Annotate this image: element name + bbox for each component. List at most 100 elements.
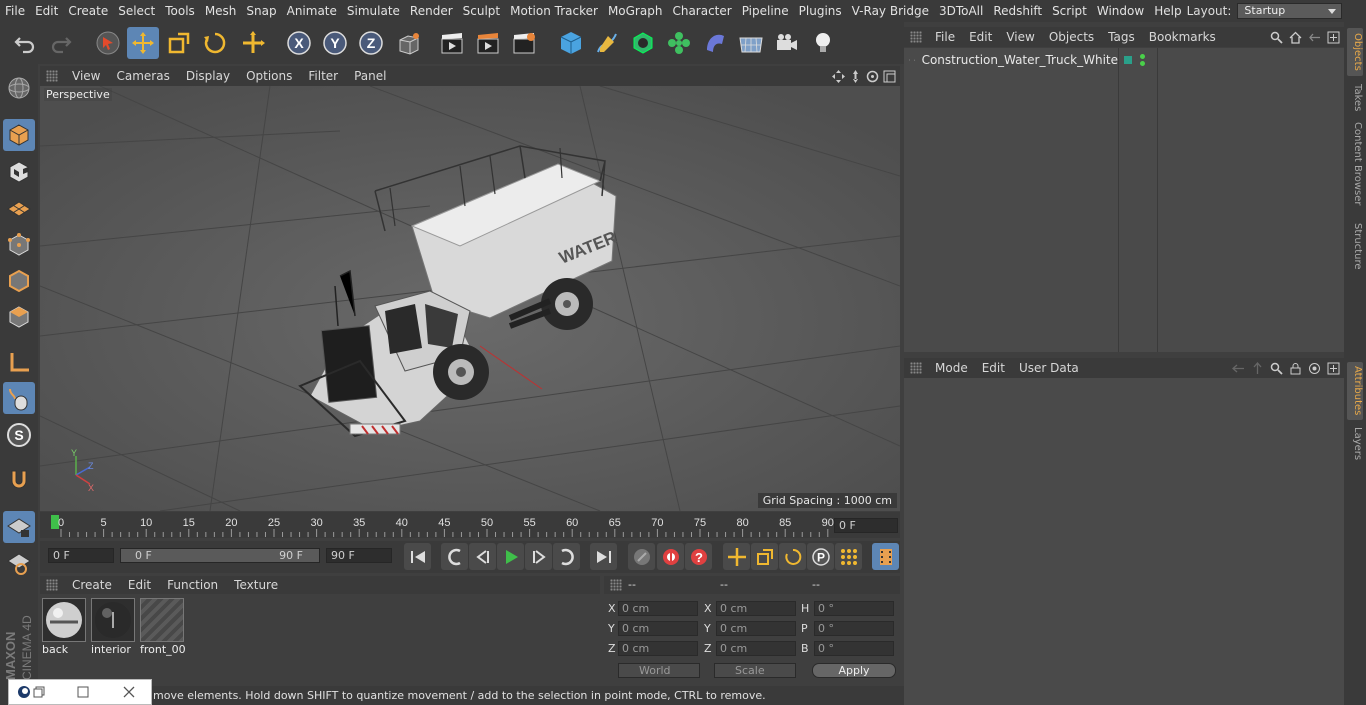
rotate-tool-button[interactable] <box>199 27 231 59</box>
record-active-objects-button[interactable] <box>628 543 655 570</box>
tab-layers[interactable]: Layers <box>1347 426 1363 462</box>
material-swatch[interactable]: front_00 <box>140 598 186 656</box>
menu-select[interactable]: Select <box>113 4 160 18</box>
pan-view-icon[interactable] <box>832 69 845 83</box>
material-swatch[interactable]: back <box>42 598 88 656</box>
back-arrow-icon[interactable] <box>1308 31 1321 44</box>
panel-grip[interactable] <box>910 31 922 43</box>
layer-color-swatch[interactable] <box>1124 56 1132 64</box>
tab-takes[interactable]: Takes <box>1347 82 1363 114</box>
subdivision-surface-button[interactable] <box>627 27 659 59</box>
menu-animate[interactable]: Animate <box>282 4 342 18</box>
close-window-icon[interactable] <box>123 686 135 698</box>
viewport-menu-view[interactable]: View <box>64 69 108 83</box>
spline-pen-button[interactable] <box>591 27 623 59</box>
restore-window-icon[interactable] <box>33 686 45 698</box>
panel-grip[interactable] <box>910 362 922 374</box>
next-frame-button[interactable] <box>525 543 552 570</box>
objects-menu-file[interactable]: File <box>928 30 962 44</box>
position-z-field[interactable]: 0 cm <box>618 641 698 656</box>
objects-menu-edit[interactable]: Edit <box>962 30 999 44</box>
attributes-menu-user-data[interactable]: User Data <box>1012 361 1086 375</box>
previous-frame-button[interactable] <box>469 543 496 570</box>
tab-content-browser[interactable]: Content Browser <box>1347 120 1363 208</box>
end-frame-field[interactable]: 90 F <box>326 548 392 563</box>
timeline-ruler[interactable]: 0 5 10 15 20 25 30 35 40 45 50 55 60 65 70 75 80 85 90 0 F <box>40 512 900 538</box>
coordinate-system-button[interactable] <box>393 27 425 59</box>
menu-vray-bridge[interactable]: V-Ray Bridge <box>847 4 934 18</box>
texture-mode-button[interactable] <box>3 156 35 188</box>
points-mode-button[interactable] <box>3 229 35 261</box>
key-parameter-button[interactable]: P <box>807 543 834 570</box>
material-menu-edit[interactable]: Edit <box>120 578 159 592</box>
menu-window[interactable]: Window <box>1092 4 1149 18</box>
menu-file[interactable]: File <box>0 4 30 18</box>
new-panel-icon[interactable] <box>1327 362 1340 375</box>
menu-plugins[interactable]: Plugins <box>794 4 847 18</box>
camera-object-button[interactable] <box>771 27 803 59</box>
tab-attributes[interactable]: Attributes <box>1347 362 1363 420</box>
render-settings-button[interactable] <box>508 27 540 59</box>
size-z-field[interactable]: 0 cm <box>716 641 796 656</box>
layout-select[interactable]: Startup <box>1237 3 1342 19</box>
search-icon[interactable] <box>1270 31 1283 44</box>
preview-range-slider[interactable]: 0 F 90 F <box>120 548 320 563</box>
cloner-button[interactable] <box>663 27 695 59</box>
floor-object-button[interactable] <box>735 27 767 59</box>
maximize-view-icon[interactable] <box>883 70 896 83</box>
attributes-menu-edit[interactable]: Edit <box>975 361 1012 375</box>
menu-snap[interactable]: Snap <box>241 4 281 18</box>
object-name[interactable]: Construction_Water_Truck_White <box>922 53 1118 67</box>
material-menu-texture[interactable]: Texture <box>226 578 286 592</box>
key-scale-button[interactable] <box>751 543 778 570</box>
perspective-viewport[interactable]: WATER Y Z X Perspective Grid Spacing: 1… <box>40 86 900 511</box>
menu-simulate[interactable]: Simulate <box>342 4 405 18</box>
render-visibility-dot[interactable] <box>1140 61 1145 66</box>
objects-menu-objects[interactable]: Objects <box>1042 30 1101 44</box>
key-rotation-button[interactable] <box>779 543 806 570</box>
material-swatch[interactable]: interior <box>91 598 137 656</box>
viewport-menu-filter[interactable]: Filter <box>300 69 346 83</box>
viewport-menu-panel[interactable]: Panel <box>346 69 394 83</box>
model-mode-button[interactable] <box>3 119 35 151</box>
attributes-menu-mode[interactable]: Mode <box>928 361 975 375</box>
start-frame-field[interactable]: 0 F <box>48 548 114 563</box>
panel-grip[interactable] <box>46 70 58 82</box>
rotation-b-field[interactable]: 0 ° <box>814 641 894 656</box>
material-menu-function[interactable]: Function <box>159 578 226 592</box>
up-arrow-icon[interactable] <box>1251 361 1264 375</box>
current-frame-field[interactable]: 0 F <box>834 518 898 533</box>
rotation-p-field[interactable]: 0 ° <box>814 621 894 636</box>
menu-character[interactable]: Character <box>667 4 736 18</box>
objects-menu-tags[interactable]: Tags <box>1101 30 1142 44</box>
lock-icon[interactable] <box>1289 362 1302 375</box>
menu-render[interactable]: Render <box>405 4 458 18</box>
coordinate-space-dropdown[interactable]: World <box>618 663 700 678</box>
home-icon[interactable] <box>1289 31 1302 44</box>
object-row[interactable]: 0 Construction_Water_Truck_White <box>904 51 1118 69</box>
z-axis-lock-button[interactable]: Z <box>355 27 387 59</box>
menu-script[interactable]: Script <box>1047 4 1092 18</box>
edges-mode-button[interactable] <box>3 265 35 297</box>
live-selection-button[interactable] <box>92 27 124 59</box>
workplane-lock-button[interactable] <box>3 511 35 543</box>
viewport-menu-options[interactable]: Options <box>238 69 300 83</box>
size-x-field[interactable]: 0 cm <box>716 601 796 616</box>
editor-visibility-dot[interactable] <box>1140 54 1145 59</box>
objects-menu-bookmarks[interactable]: Bookmarks <box>1142 30 1223 44</box>
viewport-menu-display[interactable]: Display <box>178 69 238 83</box>
deformer-button[interactable] <box>699 27 731 59</box>
material-menu-create[interactable]: Create <box>64 578 120 592</box>
key-point-level-button[interactable] <box>835 543 862 570</box>
menu-3dtoall[interactable]: 3DToAll <box>934 4 988 18</box>
menu-tools[interactable]: Tools <box>160 4 200 18</box>
camera-label[interactable]: Perspective <box>44 88 112 101</box>
menu-redshift[interactable]: Redshift <box>988 4 1047 18</box>
objects-menu-view[interactable]: View <box>999 30 1041 44</box>
menu-edit[interactable]: Edit <box>30 4 63 18</box>
previous-key-button[interactable] <box>441 543 468 570</box>
quantize-button[interactable] <box>3 548 35 580</box>
target-icon[interactable] <box>1308 362 1321 375</box>
size-y-field[interactable]: 0 cm <box>716 621 796 636</box>
menu-sculpt[interactable]: Sculpt <box>458 4 505 18</box>
